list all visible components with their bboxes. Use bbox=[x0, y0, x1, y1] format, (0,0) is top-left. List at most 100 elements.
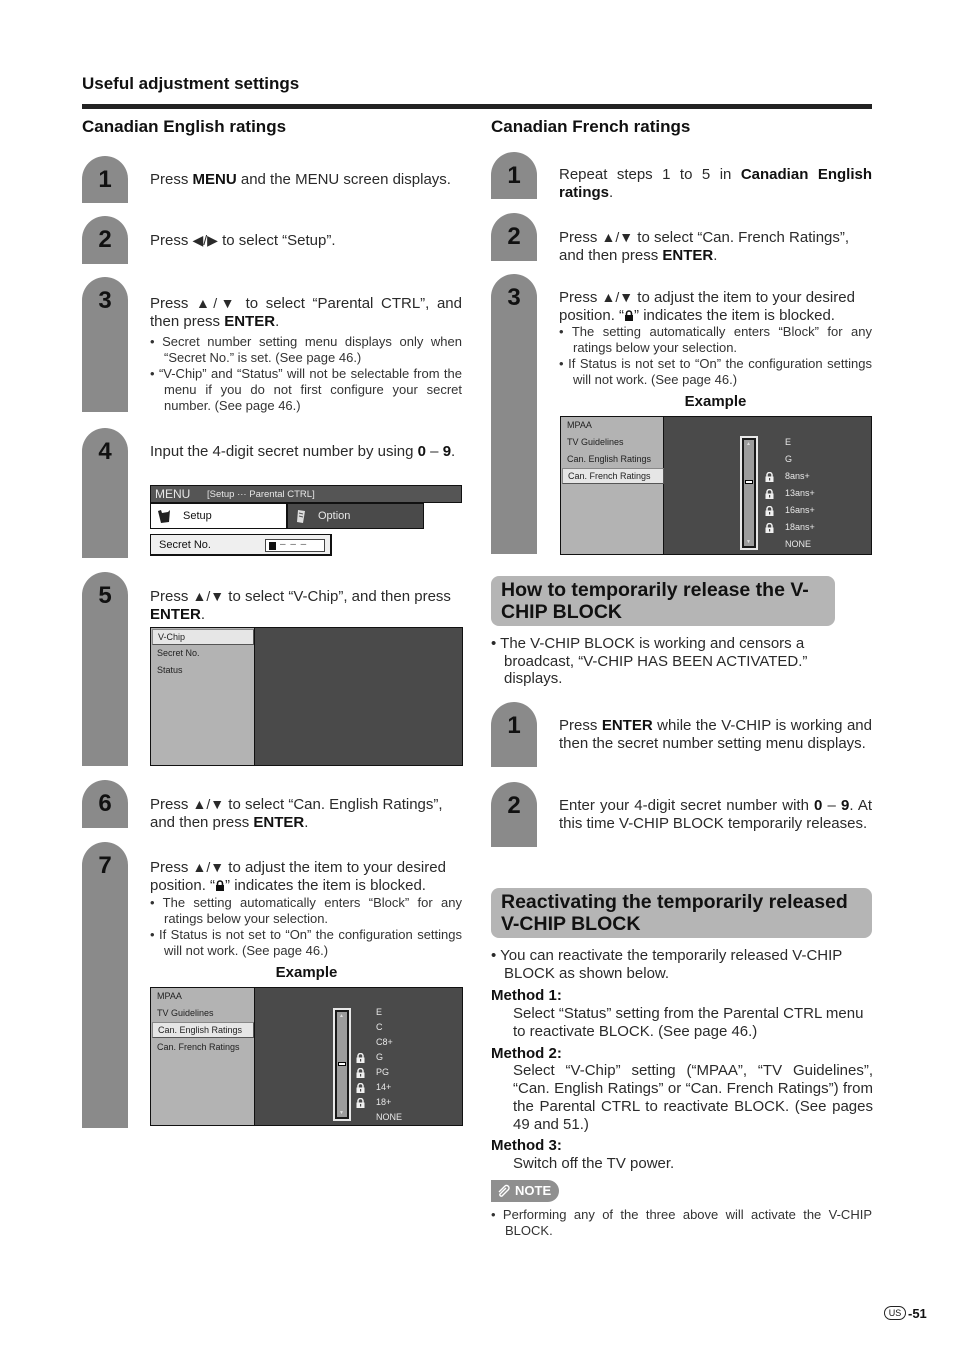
menu-item-tv-guidelines[interactable]: TV Guidelines bbox=[567, 437, 624, 447]
rating-slider[interactable]: ▲ ▼ bbox=[333, 1008, 351, 1121]
bullet-item: “V-Chip” and “Status” will not be select… bbox=[150, 366, 462, 414]
menu-item-can-french-ratings[interactable]: Can. French Ratings bbox=[562, 468, 664, 484]
rating-item[interactable]: 8ans+ bbox=[785, 471, 810, 481]
rating-item[interactable]: C bbox=[376, 1022, 383, 1032]
slider-up-arrow-icon: ▲ bbox=[339, 1013, 344, 1019]
left-right-arrows-icon: ◀/▶ bbox=[192, 232, 218, 248]
menu-item-tv-guidelines[interactable]: TV Guidelines bbox=[157, 1008, 214, 1018]
menu-item-can-english-ratings[interactable]: Can. English Ratings bbox=[567, 454, 651, 464]
secret-no-input[interactable]: – – – bbox=[265, 539, 325, 552]
release-step-2-text: Enter your 4-digit secret number with 0 … bbox=[559, 797, 872, 832]
rating-slider[interactable]: ▲ ▼ bbox=[740, 436, 758, 550]
section-title: Useful adjustment settings bbox=[82, 74, 300, 93]
bullet-item: If Status is not set to “On” the configu… bbox=[559, 356, 872, 388]
note-badge: NOTE bbox=[491, 1180, 560, 1202]
step-tab-3: 3 bbox=[82, 277, 128, 412]
rating-item[interactable]: C8+ bbox=[376, 1037, 393, 1047]
step-tab-2: 2 bbox=[82, 216, 128, 264]
english-step-1-text: Press MENU and the MENU screen displays. bbox=[150, 171, 451, 188]
step-number: 5 bbox=[98, 582, 112, 609]
secret-no-field-row: Secret No. – – – bbox=[150, 534, 332, 556]
menu-item-mpaa[interactable]: MPAA bbox=[157, 991, 182, 1001]
english-step-2-text: Press ◀/▶ to select “Setup”. bbox=[150, 232, 336, 249]
release-step-tab-2: 2 bbox=[491, 782, 537, 847]
menu-item-mpaa[interactable]: MPAA bbox=[567, 420, 592, 430]
method-3-text: Switch off the TV power. bbox=[513, 1155, 675, 1172]
step-number: 3 bbox=[98, 287, 112, 314]
step-number: 2 bbox=[507, 223, 521, 250]
english-step-6-text: Press ▲/▼ to select “Can. English Rating… bbox=[150, 796, 443, 831]
rating-item[interactable]: G bbox=[376, 1052, 383, 1062]
step-number: 6 bbox=[98, 790, 112, 817]
rating-item[interactable]: 18+ bbox=[376, 1097, 391, 1107]
step-number: 4 bbox=[98, 438, 112, 465]
lock-icon bbox=[356, 1053, 365, 1063]
release-step-tab-1: 1 bbox=[491, 702, 537, 767]
menu-tab-option[interactable]: Option bbox=[287, 503, 424, 529]
vchip-menu-screen: V-Chip Secret No. Status bbox=[150, 627, 463, 766]
rating-item[interactable]: 18ans+ bbox=[785, 522, 815, 532]
up-down-arrows-icon: ▲/▼ bbox=[192, 859, 225, 875]
slider-knob[interactable] bbox=[745, 480, 753, 484]
step-number: 2 bbox=[507, 792, 521, 819]
release-heading: How to temporarily release the V-CHIP BL… bbox=[491, 576, 835, 626]
up-down-arrows-icon: ▲/▼ bbox=[192, 588, 225, 604]
menu-item-status[interactable]: Status bbox=[157, 665, 183, 675]
reactivate-bullet: • You can reactivate the temporarily rel… bbox=[491, 947, 843, 982]
up-down-arrows-icon: ▲/▼ bbox=[192, 796, 225, 812]
step-number: 7 bbox=[98, 852, 112, 879]
rating-item[interactable]: E bbox=[376, 1007, 382, 1017]
note-label: NOTE bbox=[515, 1183, 552, 1198]
menu-item-can-french-ratings[interactable]: Can. French Ratings bbox=[157, 1042, 240, 1052]
menu-item-secret-no[interactable]: Secret No. bbox=[157, 648, 200, 658]
vchip-category-list: MPAA TV Guidelines Can. English Ratings … bbox=[561, 417, 664, 554]
page-number: -51 bbox=[908, 1306, 927, 1321]
menu-item-can-english-ratings[interactable]: Can. English Ratings bbox=[152, 1022, 254, 1038]
lock-icon bbox=[356, 1098, 365, 1108]
lock-icon bbox=[356, 1083, 365, 1093]
rating-item[interactable]: PG bbox=[376, 1067, 389, 1077]
note-text: Performing any of the three above will a… bbox=[491, 1207, 872, 1239]
step-tab-7: 7 bbox=[82, 842, 128, 1128]
bullet-item: If Status is not set to “On” the configu… bbox=[150, 927, 462, 959]
bullet-item: The setting automatically enters “Block”… bbox=[150, 895, 462, 927]
vchip-menu-list: V-Chip Secret No. Status bbox=[151, 628, 255, 765]
menu-tab-setup[interactable]: Setup bbox=[150, 503, 287, 529]
rating-item[interactable]: 13ans+ bbox=[785, 488, 815, 498]
french-step-tab-1: 1 bbox=[491, 152, 537, 199]
french-step-2-text: Press ▲/▼ to select “Can. French Ratings… bbox=[559, 229, 850, 264]
slider-up-arrow-icon: ▲ bbox=[746, 441, 751, 447]
release-step-1-text: Press ENTER while the V-CHIP is working … bbox=[559, 717, 872, 752]
tab-label: Option bbox=[318, 510, 351, 522]
rating-item[interactable]: NONE bbox=[785, 539, 811, 549]
rating-item[interactable]: 16ans+ bbox=[785, 505, 815, 515]
french-ratings-screen: MPAA TV Guidelines Can. English Ratings … bbox=[560, 416, 872, 555]
rating-item[interactable]: NONE bbox=[376, 1112, 402, 1122]
rating-item[interactable]: E bbox=[785, 437, 791, 447]
release-bullet: • The V-CHIP BLOCK is working and censor… bbox=[491, 635, 808, 687]
slider-knob[interactable] bbox=[338, 1061, 346, 1066]
bullet-item: Performing any of the three above will a… bbox=[491, 1207, 872, 1239]
french-ratings-title: Canadian French ratings bbox=[491, 117, 691, 136]
menu-title: MENU bbox=[155, 487, 191, 501]
bullet-item: The setting automatically enters “Block”… bbox=[559, 324, 872, 356]
menu-item-vchip[interactable]: V-Chip bbox=[152, 629, 254, 645]
english-step-3-bullets: Secret number setting menu displays only… bbox=[150, 334, 462, 414]
french-step-tab-3: 3 bbox=[491, 274, 537, 554]
slider-down-arrow-icon: ▼ bbox=[746, 539, 751, 545]
menu-title-bar: MENU [Setup ··· Parental CTRL] bbox=[150, 485, 462, 503]
header-rule bbox=[82, 104, 872, 109]
french-step-tab-2: 2 bbox=[491, 213, 537, 261]
rating-item[interactable]: 14+ bbox=[376, 1082, 391, 1092]
step-tab-5: 5 bbox=[82, 572, 128, 766]
menu-breadcrumb: [Setup ··· Parental CTRL] bbox=[207, 489, 315, 500]
english-step-7-bullets: The setting automatically enters “Block”… bbox=[150, 895, 462, 959]
tab-label: Setup bbox=[183, 510, 212, 522]
up-down-arrows-icon: ▲/▼ bbox=[601, 289, 634, 305]
rating-item[interactable]: G bbox=[785, 454, 792, 464]
method-2-label: Method 2: bbox=[491, 1045, 562, 1062]
english-step-3-text: Press ▲/▼ to select “Parental CTRL”, and… bbox=[150, 295, 462, 330]
lock-icon bbox=[216, 879, 225, 891]
english-ratings-title: Canadian English ratings bbox=[82, 117, 287, 136]
lock-icon bbox=[765, 523, 774, 533]
